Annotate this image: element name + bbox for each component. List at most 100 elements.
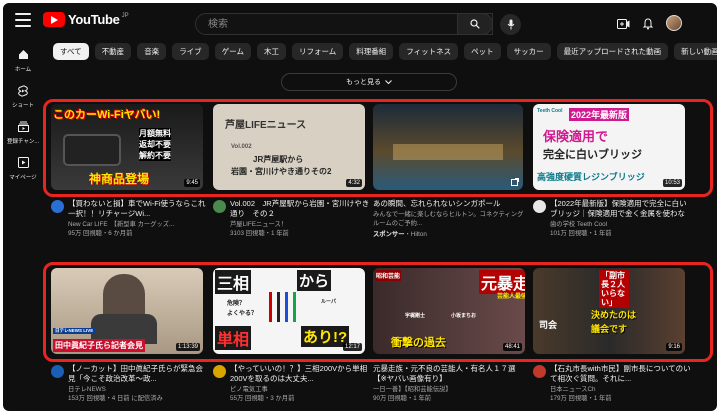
channel-avatar[interactable]: [533, 365, 546, 378]
sidebar-label: 登録チャン...: [6, 139, 40, 145]
bell-icon: [643, 18, 653, 30]
video-thumbnail[interactable]: 「副市長２人いらない」 決めたのは 議会です 司会 9:16: [533, 268, 685, 354]
thumbnail-caption: 神商品登場: [89, 172, 150, 186]
search-icon: [470, 19, 480, 29]
video-title[interactable]: 【2022年最新版】保険適用で完全に白いブリッジ｜保険適用で金く金属を使わない白…: [550, 199, 692, 218]
channel-name[interactable]: 歯の学校 Teeth Cool: [550, 221, 607, 228]
account-avatar[interactable]: [666, 15, 682, 31]
video-title[interactable]: 【ノーカット】田中眞紀子氏らが緊急会見「今こそ政治改革〜政...: [68, 364, 210, 383]
chip[interactable]: 木工: [256, 43, 286, 60]
channel-name[interactable]: ピノ電気工事: [230, 386, 268, 393]
video-stats: 3103 回視聴・1 年前: [230, 230, 289, 237]
chip[interactable]: 音楽: [137, 43, 167, 60]
thumbnail-caption: 衝撃の過去: [391, 337, 446, 349]
thumbnail-caption: 「副市長２人いらない」: [599, 270, 629, 308]
channel-avatar[interactable]: [533, 200, 546, 213]
video-title[interactable]: 【石丸市長with市民】副市長についてのいて相次ぐ質問。それに...: [550, 364, 692, 383]
chip[interactable]: 最近アップロードされた動画: [556, 43, 669, 60]
video-title[interactable]: Vol.002 JR芦屋駅から岩園・宮川けやき通り その２: [230, 199, 372, 218]
video-stats: 179万 回視聴・1 年前: [550, 395, 612, 402]
channel-name[interactable]: New Car LIFE 【新型車 カーグッズ...: [68, 221, 174, 228]
thumbnail-caption: 芦屋LIFEニュース: [225, 120, 307, 131]
sidebar-item-library[interactable]: マイページ: [3, 157, 43, 181]
top-bar: YouTube JP: [3, 3, 717, 41]
thumbnail-caption: 三相: [215, 270, 252, 294]
thumbnail-caption: このカーWi-Fiヤバい!: [53, 109, 161, 121]
youtube-play-icon: [43, 12, 65, 27]
sponsor-label: スポンサー: [373, 231, 405, 238]
chip-all[interactable]: すべて: [53, 43, 89, 60]
logo-text: YouTube: [68, 12, 120, 27]
thumbnail-caption: 高強度硬質レジンブリッジ: [537, 172, 645, 182]
channel-avatar[interactable]: [51, 365, 64, 378]
video-duration: 10:53: [662, 179, 682, 187]
video-channel: New Car LIFE 【新型車 カーグッズ... 95万 回視聴・6 か月前: [68, 220, 210, 238]
channel-avatar[interactable]: [51, 200, 64, 213]
home-icon: [18, 50, 28, 59]
chip[interactable]: ライブ: [172, 43, 209, 60]
video-thumbnail[interactable]: Teeth Cool 2022年最新版 保険適用で 完全に白いブリッジ 高強度硬…: [533, 104, 685, 190]
external-link-icon: [511, 178, 519, 186]
video-title[interactable]: 元暴走族・元不良の芸能人・有名人１７選【※ヤバい画像有り】: [373, 364, 528, 383]
youtube-window: YouTube JP ホーム ショート 登録チャン: [3, 3, 717, 411]
filter-chips: すべて 不動産 音楽 ライブ ゲーム 木工 リフォーム 料理番組 フィットネス …: [53, 43, 717, 61]
logo-region: JP: [121, 12, 129, 19]
thumbnail-caption: 宇梶剛士: [405, 313, 426, 319]
video-stats: 90万 回視聴・1 年前: [373, 395, 432, 402]
channel-name[interactable]: 日テレNEWS: [68, 386, 106, 393]
voice-search-button[interactable]: [500, 14, 521, 35]
chip[interactable]: リフォーム: [291, 43, 344, 60]
chip[interactable]: 不動産: [94, 43, 132, 60]
thumbnail-caption: 決めたのは: [591, 310, 637, 320]
search-button[interactable]: [457, 13, 493, 35]
thumbnail-caption: ルーパ: [321, 299, 336, 305]
wifi-device-image: [63, 134, 121, 166]
menu-icon[interactable]: [15, 13, 31, 27]
channel-avatar[interactable]: [213, 200, 226, 213]
thumbnail-caption: 完全に白いブリッジ: [543, 149, 642, 161]
video-thumbnail[interactable]: 日テレNEWS LIVE 田中眞紀子氏ら記者会見 1:13:39: [51, 268, 203, 354]
chip[interactable]: ペット: [464, 43, 501, 60]
chip[interactable]: 新しい動画の発見: [674, 43, 717, 60]
video-thumbnail-hotel[interactable]: [373, 104, 523, 190]
channel-name[interactable]: 芦屋LIFEニュース！: [230, 221, 287, 228]
sponsor-name: ・Hilton: [404, 231, 427, 238]
chip[interactable]: ゲーム: [214, 43, 251, 60]
ad-sponsor: スポンサー・Hilton: [373, 230, 515, 239]
video-channel: ピノ電気工事 55万 回視聴・3 か月前: [230, 385, 372, 403]
video-thumbnail[interactable]: 三相 から 単相 あり!? 危険？ よくやる？ ルーパ 12:17: [213, 268, 365, 354]
show-more-button[interactable]: もっと見る: [281, 73, 457, 91]
create-button[interactable]: [614, 15, 632, 33]
video-duration: 1:13:39: [175, 343, 200, 351]
thumbnail-caption: 司会: [539, 320, 558, 330]
video-thumbnail[interactable]: 昭和芸能 元暴走族 芸能人最強伝説 宇梶剛士 小坂まちお 衝撃の過去 48:41: [373, 268, 525, 354]
show-more-label: もっと見る: [346, 79, 381, 86]
video-title[interactable]: 【買わないと損】車でWi-Fi使うならこれ一択！！リチャージWi...: [68, 199, 210, 218]
sidebar-item-shorts[interactable]: ショート: [3, 85, 43, 109]
ad-description: みんなで一緒に楽しむならヒルトン。コネクティングルームのご予約...: [373, 211, 524, 227]
channel-name[interactable]: 日本ニュースCh: [550, 386, 596, 393]
ad-title[interactable]: あの瞬間、忘れられないシンガポール: [373, 199, 528, 209]
video-channel: 芦屋LIFEニュース！ 3103 回視聴・1 年前: [230, 220, 372, 238]
chevron-down-icon: [385, 79, 392, 84]
notifications-button[interactable]: [639, 15, 657, 33]
channel-name[interactable]: 一日一善】【昭和芸能伝説】: [373, 386, 452, 393]
video-channel: 歯の学校 Teeth Cool 101万 回視聴・1 年前: [550, 220, 692, 238]
chip[interactable]: フィットネス: [399, 43, 459, 60]
video-channel: 一日一善】【昭和芸能伝説】 90万 回視聴・1 年前: [373, 385, 515, 403]
thumbnail-caption: 保険適用で: [543, 129, 609, 144]
sidebar-label: ショート: [11, 103, 34, 109]
thumbnail-caption: 月額無料: [139, 128, 171, 139]
video-thumbnail[interactable]: このカーWi-Fiヤバい! 月額無料 返却不要 解約不要 神商品登場 9:45: [51, 104, 203, 190]
library-icon: [17, 157, 29, 168]
chip[interactable]: サッカー: [506, 43, 551, 60]
sidebar-item-subscriptions[interactable]: 登録チャン...: [3, 121, 43, 145]
youtube-logo[interactable]: YouTube JP: [43, 12, 129, 27]
search-input[interactable]: [196, 14, 492, 35]
video-thumbnail[interactable]: 芦屋LIFEニュース Vol.002 JR芦屋駅から 岩園・宮川けやき通りその2…: [213, 104, 365, 190]
thumbnail-caption: JR芦屋駅から: [253, 155, 304, 164]
chip[interactable]: 料理番組: [349, 43, 394, 60]
sidebar-item-home[interactable]: ホーム: [3, 49, 43, 73]
video-title[interactable]: 【やっていいの！？】三相200Vから単相200Vを取るのは大丈夫...: [230, 364, 372, 383]
channel-avatar[interactable]: [213, 365, 226, 378]
